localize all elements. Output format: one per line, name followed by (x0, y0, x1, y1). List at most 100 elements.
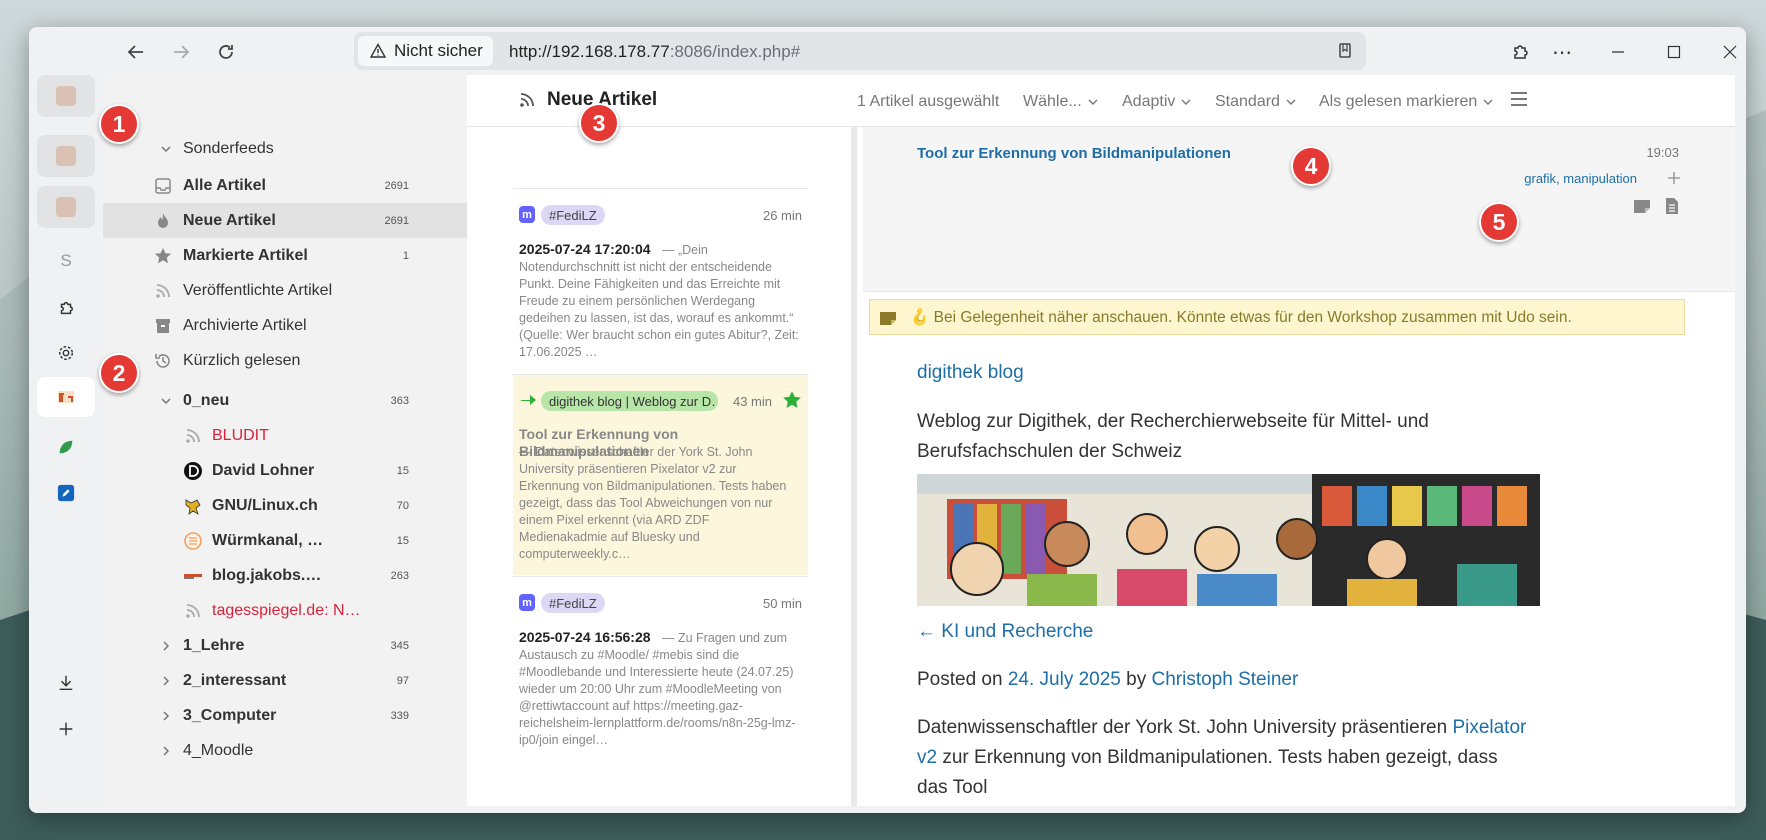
star-icon[interactable] (782, 390, 802, 415)
unread-count: 2691 (384, 214, 409, 227)
feed-tagesspiegel[interactable]: tagesspiegel.de: N… (103, 593, 467, 628)
headline-time: 26 min (762, 208, 802, 223)
category-4-moodle[interactable]: 4_Moodle (103, 733, 467, 768)
category-3-computer[interactable]: 3_Computer 339 (103, 698, 467, 733)
category-label: 1_Lehre (183, 636, 245, 654)
document-icon (1666, 198, 1678, 214)
security-indicator[interactable]: Nicht sicher (358, 36, 493, 66)
article-note[interactable]: 🪝 Bei Gelegenheit näher anschauen. Könnt… (869, 299, 1685, 335)
mark-read-dropdown[interactable]: Als gelesen markieren (1319, 93, 1493, 111)
arrow-left-icon (127, 45, 143, 59)
feed-archived-articles[interactable]: Archivierte Artikel (103, 308, 467, 343)
feed-label: Archivierte Artikel (183, 316, 307, 334)
view-mode-label: Adaptiv (1122, 93, 1176, 110)
show-source-button[interactable] (1665, 197, 1679, 220)
url-path: :8086/index.php# (669, 42, 801, 61)
feed-david-lohner[interactable]: David Lohner 15 (103, 453, 467, 488)
sort-dropdown[interactable]: Standard (1215, 93, 1296, 111)
tab-favicon (56, 86, 76, 106)
minimize-icon (1612, 51, 1624, 53)
headline-time: 50 min (762, 596, 802, 611)
unread-count: 70 (396, 499, 409, 512)
tab-3[interactable] (37, 186, 95, 228)
back-button[interactable] (121, 37, 151, 67)
headline-card-selected[interactable]: digithek blog | Weblog zur D… 43 min Too… (513, 374, 808, 575)
feed-label: tagesspiegel.de: N… (212, 601, 361, 619)
history-icon (153, 351, 173, 371)
unread-count: 15 (396, 464, 409, 477)
downloads-button[interactable] (51, 668, 81, 698)
feed-label: David Lohner (212, 461, 315, 479)
tab-tinytinyrss-active[interactable] (37, 377, 95, 417)
author-link[interactable]: Christoph Steiner (1152, 669, 1299, 690)
leaf-icon (59, 440, 73, 454)
previous-post-link[interactable]: ← KI und Recherche (917, 617, 1577, 647)
hamburger-icon (1511, 92, 1527, 106)
security-label: Nicht sicher (394, 41, 483, 60)
browser-window: Nicht sicher http://192.168.178.77:8086/… (29, 27, 1746, 813)
feed-tag[interactable]: digithek blog | Weblog zur D… (541, 391, 718, 411)
article-pane: Tool zur Erkennung von Bildmanipulatione… (863, 127, 1735, 806)
feed-wuermkanal[interactable]: Würmkanal, … 15 (103, 523, 467, 558)
tab-s[interactable]: S (51, 246, 81, 276)
feed-published-articles[interactable]: Veröffentlichte Artikel (103, 273, 467, 308)
paragraph-start: Datenwissenschaftler der York St. John U… (917, 717, 1453, 738)
feed-tag[interactable]: #FediLZ (541, 205, 605, 225)
gear-icon (58, 345, 74, 361)
reading-list-button[interactable] (1332, 38, 1358, 64)
headline-card[interactable]: m #FediLZ 50 min 2025-07-24 16:56:28 — Z… (513, 576, 808, 806)
main-menu-button[interactable] (1510, 91, 1528, 112)
tab-leaf[interactable] (51, 432, 81, 462)
feed-blog-jakobs[interactable]: blog.jakobs.… 263 (103, 558, 467, 593)
feed-recently-read[interactable]: Kürzlich gelesen (103, 343, 467, 378)
feed-starred-articles[interactable]: Markierte Artikel 1 (103, 238, 467, 273)
select-dropdown[interactable]: Wähle... (1023, 93, 1098, 111)
unread-count: 263 (390, 569, 409, 582)
feed-gnu-linux-ch[interactable]: GNU/Linux.ch 70 (103, 488, 467, 523)
special-feeds-header[interactable]: Sonderfeeds (103, 133, 467, 165)
url-host: http://192.168.178.77 (509, 42, 670, 61)
feed-label: GNU/Linux.ch (212, 496, 318, 514)
tab-1[interactable] (37, 75, 95, 117)
category-label: 4_Moodle (183, 741, 254, 759)
tab-2[interactable] (37, 135, 95, 177)
article-title[interactable]: Tool zur Erkennung von Bildmanipulatione… (917, 145, 1231, 162)
tab-editor[interactable] (51, 478, 81, 508)
forward-button[interactable] (166, 37, 196, 67)
star-icon (153, 246, 173, 266)
view-mode-dropdown[interactable]: Adaptiv (1122, 93, 1191, 111)
mastodon-icon: m (519, 206, 535, 223)
fire-icon (153, 211, 173, 231)
puzzle-icon (60, 301, 73, 315)
close-window-button[interactable] (1715, 37, 1745, 67)
address-bar[interactable]: Nicht sicher http://192.168.178.77:8086/… (354, 32, 1366, 70)
feed-bludit[interactable]: BLUDIT (103, 418, 467, 453)
feed-all-articles[interactable]: Alle Artikel 2691 (103, 168, 467, 203)
category-0-neu[interactable]: 0_neu 363 (103, 383, 467, 418)
maximize-button[interactable] (1659, 37, 1689, 67)
feed-new-articles[interactable]: Neue Artikel 2691 (103, 203, 467, 238)
category-2-interessant[interactable]: 2_interessant 97 (103, 663, 467, 698)
unread-count: 1 (402, 249, 409, 262)
minimize-button[interactable] (1603, 37, 1633, 67)
add-tag-button[interactable] (1667, 171, 1681, 190)
article-tags[interactable]: grafik, manipulation (1524, 171, 1637, 186)
more-menu-button[interactable]: ⋯ (1547, 37, 1577, 67)
blog-link[interactable]: digithek blog (917, 358, 1024, 388)
chevron-down-icon (159, 142, 173, 156)
feed-tag[interactable]: #FediLZ (541, 593, 605, 613)
new-tab-button[interactable] (51, 714, 81, 744)
tab-extensions[interactable] (51, 293, 81, 323)
edit-note-button[interactable] (1633, 198, 1651, 219)
extensions-button[interactable] (1505, 37, 1535, 67)
wuermkanal-favicon-icon (183, 531, 203, 551)
tab-settings[interactable] (51, 338, 81, 368)
unread-count: 2691 (384, 179, 409, 192)
reload-button[interactable] (211, 37, 241, 67)
chevron-right-icon (159, 709, 173, 723)
unread-count: 97 (396, 674, 409, 687)
posted-date-link[interactable]: 24. July 2025 (1008, 669, 1121, 690)
headline-card[interactable]: m #FediLZ 26 min 2025-07-24 17:20:04 — „… (513, 188, 808, 373)
feed-label: Würmkanal, … (212, 531, 324, 549)
category-1-lehre[interactable]: 1_Lehre 345 (103, 628, 467, 663)
